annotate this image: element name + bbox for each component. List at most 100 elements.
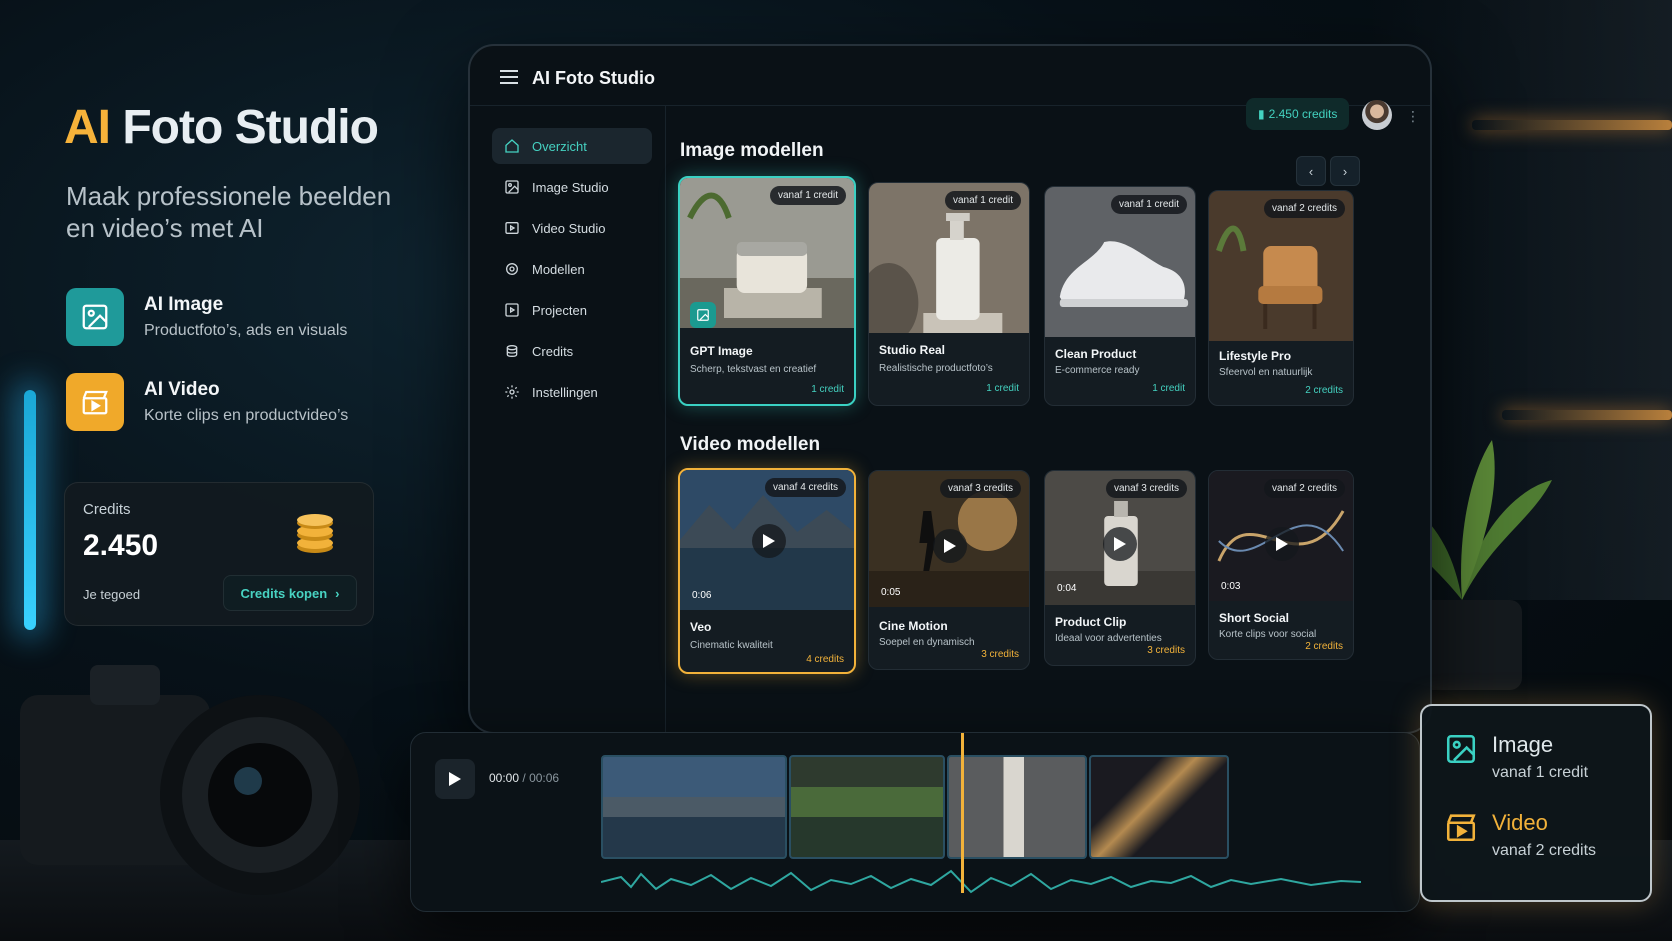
feature-ai-video: AI Video Korte clips en productvideo’s [66,373,348,431]
timeline-clip[interactable] [601,755,787,859]
play-icon[interactable] [752,524,786,558]
chevron-left-icon[interactable]: ‹ [1296,156,1326,186]
timeline-clip[interactable] [1089,755,1229,859]
pricing-summary-card: Image vanaf 1 credit Video vanaf 2 credi… [1420,704,1652,902]
sidebar-item-overzicht[interactable]: Overzicht [492,128,652,164]
model-price: 2 credits [1305,641,1343,652]
chevron-right-icon[interactable]: › [1330,156,1360,186]
image-models-title: Image modellen [680,140,824,161]
playhead[interactable] [961,733,964,893]
model-price: 1 credit [986,383,1019,394]
feature-ai-image: AI Image Productfoto’s, ads en visuals [66,288,347,346]
model-desc: Realistische productfoto’s [879,363,993,374]
app-window: AI Foto Studio ▮ 2.450 credits ⋮ Overzic… [468,44,1432,734]
credits-subtitle: Je tegoed [83,587,141,602]
buy-credits-button[interactable]: Credits kopen › [223,575,357,611]
coins-icon [506,345,518,358]
model-desc: Scherp, tekstvast en creatief [690,364,817,375]
more-options-icon[interactable]: ⋮ [1406,108,1420,125]
play-button[interactable] [435,759,475,799]
video-models-title: Video modellen [680,434,821,455]
video-duration: 0:06 [692,590,712,601]
image-model-card-gpt-image[interactable]: vanaf 1 credit GPT Image Scherp, tekstva… [678,176,856,406]
model-desc: E-commerce ready [1055,365,1140,376]
video-model-card-short-social[interactable]: 0:03 vanaf 2 credits Short Social Korte … [1208,470,1354,660]
carousel-pager: ‹ › [1296,156,1360,186]
timecode: 00:00 / 00:06 [489,771,560,785]
price-badge: vanaf 1 credit [1110,195,1187,214]
credits-label: Credits [83,501,131,518]
credits-card: Credits 2.450 Je tegoed Credits kopen › [64,482,374,626]
model-price: 4 credits [806,654,844,665]
top-credits-badge[interactable]: ▮ 2.450 credits [1246,98,1350,130]
price-badge: vanaf 1 credit [769,186,846,205]
image-icon [690,302,716,328]
clapperboard-icon [1446,814,1476,842]
video-model-card-cine-motion[interactable]: 0:05 vanaf 3 credits Cine Motion Soepel … [868,470,1030,670]
model-desc: Soepel en dynamisch [879,637,975,648]
play-icon[interactable] [1103,527,1137,561]
image-model-card-lifestyle-pro[interactable]: vanaf 2 credits Lifestyle Pro Sfeervol e… [1208,190,1354,406]
hero-title: AI Foto Studio [64,101,379,154]
model-title: Studio Real [879,343,946,357]
price-badge: vanaf 2 credits [1263,199,1345,218]
model-price: 1 credit [1152,383,1185,394]
sidebar-item-instellingen[interactable]: Instellingen [492,374,652,410]
menu-icon[interactable] [500,70,518,89]
avatar[interactable] [1362,100,1392,130]
image-icon [66,288,124,346]
model-desc: Sfeervol en natuurlijk [1219,367,1313,378]
clapperboard-icon [66,373,124,431]
model-price: 1 credit [811,384,844,395]
projects-icon [505,303,519,317]
neon-light [24,390,36,630]
video-icon [505,222,519,234]
video-duration: 0:05 [881,587,901,598]
timeline-editor: 00:00 / 00:06 [410,732,1420,912]
chevron-right-icon: › [335,585,340,601]
model-title: Clean Product [1055,347,1137,361]
wallet-icon: ▮ [1258,107,1265,121]
model-desc: Korte clips voor social [1219,629,1317,640]
sidebar: Overzicht Image Studio Video Studio Mode… [470,106,666,732]
app-topbar: AI Foto Studio [470,46,1430,106]
timeline-clip[interactable] [947,755,1087,859]
model-title: Veo [690,620,712,634]
model-title: Lifestyle Pro [1219,349,1292,363]
video-model-card-veo[interactable]: 0:06 vanaf 4 credits Veo Cinematic kwali… [678,468,856,674]
home-icon [505,139,519,153]
image-icon [505,180,519,194]
model-desc: Ideaal voor advertenties [1055,633,1162,644]
models-icon [506,263,518,275]
image-model-card-studio-real[interactable]: vanaf 1 credit Studio Real Realistische … [868,182,1030,406]
coins-icon [293,513,341,560]
play-icon[interactable] [1265,527,1299,561]
play-icon [449,772,461,786]
video-model-card-product-clip[interactable]: 0:04 vanaf 3 credits Product Clip Ideaal… [1044,470,1196,666]
price-badge: vanaf 3 credits [1105,479,1187,498]
price-badge: vanaf 1 credit [944,191,1021,210]
play-icon[interactable] [933,529,967,563]
model-price: 3 credits [1147,645,1185,656]
image-icon [1446,734,1476,764]
model-title: GPT Image [690,344,753,358]
model-title: Short Social [1219,611,1290,625]
price-badge: vanaf 3 credits [939,479,1021,498]
price-badge: vanaf 4 credits [764,478,846,497]
timeline-clip[interactable] [789,755,945,859]
model-desc: Cinematic kwaliteit [690,640,773,651]
credits-value: 2.450 [83,529,159,562]
model-price: 3 credits [981,649,1019,660]
sidebar-item-video-studio[interactable]: Video Studio [492,210,652,246]
image-model-card-clean-product[interactable]: vanaf 1 credit Clean Product E-commerce … [1044,186,1196,406]
model-price: 2 credits [1305,385,1343,396]
model-title: Cine Motion [879,619,948,633]
camera-illustration [20,665,360,895]
sidebar-item-credits[interactable]: Credits [492,333,652,369]
hero-subtitle: Maak professionele beelden en video’s me… [66,181,392,243]
sidebar-item-projecten[interactable]: Projecten [492,292,652,328]
audio-waveform [601,869,1361,894]
sidebar-item-modellen[interactable]: Modellen [492,251,652,287]
price-badge: vanaf 2 credits [1263,479,1345,498]
sidebar-item-image-studio[interactable]: Image Studio [492,169,652,205]
